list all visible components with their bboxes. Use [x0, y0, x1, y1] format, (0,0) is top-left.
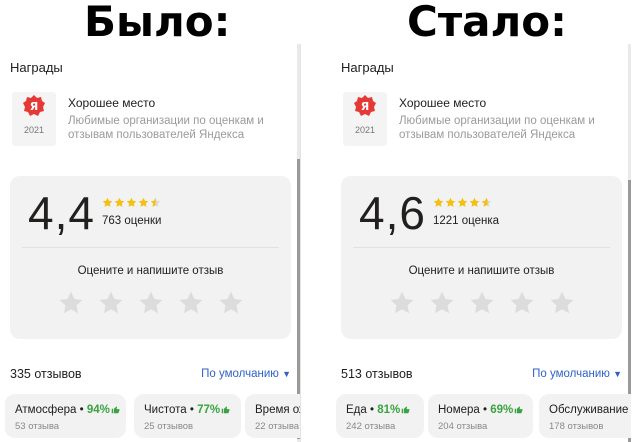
- aspect-label: Обслуживание: [549, 404, 629, 416]
- aspect-label: Номера: [438, 404, 480, 416]
- aspect-reviews: 25 отзывов: [144, 421, 194, 432]
- award-description: Любимые организации по оценкам и отзывам…: [399, 115, 595, 141]
- rate-prompt: Оцените и напишите отзыв: [77, 265, 224, 277]
- aspect-reviews: 204 отзыва: [438, 421, 488, 432]
- after-headline: Стало:: [407, 0, 567, 46]
- panel-divider: [300, 44, 301, 442]
- aspect-percent: 69%: [490, 404, 514, 416]
- award-year: 2021: [354, 125, 376, 135]
- chevron-down-icon: ▼: [613, 369, 622, 379]
- star-half-icon: [481, 197, 492, 207]
- sort-label[interactable]: По умолчанию: [532, 368, 610, 380]
- aspect-dot: •: [366, 404, 378, 416]
- star-icon: [138, 197, 149, 207]
- aspect-reviews: 242 отзыва: [346, 421, 396, 432]
- aspect-chip[interactable]: Еда • 81% 242 отзыва: [336, 394, 424, 438]
- rating-stars: [102, 197, 161, 208]
- star-icon: [433, 197, 444, 207]
- rate-prompt: Оцените и напишите отзыв: [408, 265, 555, 277]
- aspect-percent: 94%: [86, 404, 110, 416]
- star-icon: [445, 197, 456, 207]
- sort-dropdown[interactable]: По умолчанию ▼: [532, 368, 622, 380]
- award-badge: Я 2021: [341, 90, 389, 148]
- awards-section-title: Награды: [10, 60, 63, 75]
- rate-stars-input[interactable]: [389, 290, 575, 316]
- yandex-logo-letter: Я: [361, 100, 369, 113]
- award-description: Любимые организации по оценкам и отзывам…: [68, 115, 264, 141]
- rate-star-5-icon[interactable]: [549, 290, 575, 316]
- good-place-badge-icon: Я: [343, 92, 387, 146]
- star-icon: [102, 197, 113, 207]
- thumbs-up-icon: [221, 406, 230, 414]
- aspect-dot: •: [186, 404, 198, 416]
- chevron-down-icon: ▼: [282, 369, 291, 379]
- aspect-chip[interactable]: Обслуживание 178 отзывов: [539, 394, 631, 438]
- aspect-chip[interactable]: Атмосфера • 94% 53 отзыва: [5, 394, 126, 438]
- rate-star-5-icon[interactable]: [218, 290, 244, 316]
- card-divider: [353, 247, 610, 248]
- aspect-percent: 77%: [197, 404, 221, 416]
- rate-star-4-icon[interactable]: [178, 290, 204, 316]
- sort-label[interactable]: По умолчанию: [201, 368, 279, 380]
- aspect-chip[interactable]: Время ож 22 отзыва: [245, 394, 300, 438]
- aspect-dot: •: [479, 404, 491, 416]
- reviews-count: 513 отзывов: [341, 367, 413, 381]
- rating-card: 4,6 1221 оценка Оцените и напишите отзыв: [341, 176, 622, 339]
- after-panel: Награды Я 2021 Хорошее место Любимые орг…: [331, 44, 631, 442]
- star-icon: [457, 197, 468, 207]
- awards-section-title: Награды: [341, 60, 394, 75]
- rating-stars: [433, 197, 492, 208]
- aspect-chip[interactable]: Чистота • 77% 25 отзывов: [134, 394, 241, 438]
- aspect-reviews: 178 отзывов: [549, 421, 604, 432]
- rating-value: 4,6: [359, 187, 426, 239]
- aspect-percent: 81%: [377, 404, 401, 416]
- rating-value: 4,4: [28, 187, 95, 239]
- aspect-label: Еда: [346, 404, 367, 416]
- ratings-count: 763 оценки: [102, 215, 162, 227]
- aspect-reviews: 53 отзыва: [15, 421, 60, 432]
- yandex-logo-letter: Я: [30, 100, 38, 113]
- thumbs-up-icon: [111, 406, 120, 414]
- rate-star-2-icon[interactable]: [429, 290, 455, 316]
- thumbs-up-icon: [401, 406, 410, 414]
- star-icon: [126, 197, 137, 207]
- aspect-label: Чистота: [144, 404, 187, 416]
- rate-star-3-icon[interactable]: [469, 290, 495, 316]
- star-half-icon: [150, 197, 161, 207]
- rate-star-4-icon[interactable]: [509, 290, 535, 316]
- aspect-dot: •: [76, 404, 87, 416]
- ratings-count: 1221 оценка: [433, 215, 500, 227]
- scrollbar[interactable]: [628, 44, 631, 442]
- scrollbar[interactable]: [297, 44, 300, 442]
- rate-star-1-icon[interactable]: [389, 290, 415, 316]
- award-title[interactable]: Хорошее место: [68, 96, 155, 110]
- star-icon: [114, 197, 125, 207]
- aspect-reviews: 22 отзыва: [255, 421, 300, 432]
- card-divider: [22, 247, 279, 248]
- aspect-chip[interactable]: Номера • 69% 204 отзыва: [428, 394, 533, 438]
- rate-stars-input[interactable]: [58, 290, 244, 316]
- award-badge: Я 2021: [10, 90, 58, 148]
- rate-star-1-icon[interactable]: [58, 290, 84, 316]
- rate-star-2-icon[interactable]: [98, 290, 124, 316]
- before-panel: Награды Я 2021 Хорошее место Любимые орг…: [0, 44, 300, 442]
- good-place-badge-icon: Я: [12, 92, 56, 146]
- aspect-label: Время ож: [255, 404, 300, 416]
- sort-dropdown[interactable]: По умолчанию ▼: [201, 368, 291, 380]
- award-year: 2021: [23, 125, 45, 135]
- rate-star-3-icon[interactable]: [138, 290, 164, 316]
- thumbs-up-icon: [515, 406, 523, 414]
- star-icon: [469, 197, 480, 207]
- reviews-count: 335 отзывов: [10, 367, 82, 381]
- rating-card: 4,4 763 оценки Оцените и напишите отзыв: [10, 176, 291, 339]
- award-title[interactable]: Хорошее место: [399, 96, 486, 110]
- aspect-label: Атмосфера: [15, 404, 77, 416]
- before-headline: Было:: [84, 0, 231, 46]
